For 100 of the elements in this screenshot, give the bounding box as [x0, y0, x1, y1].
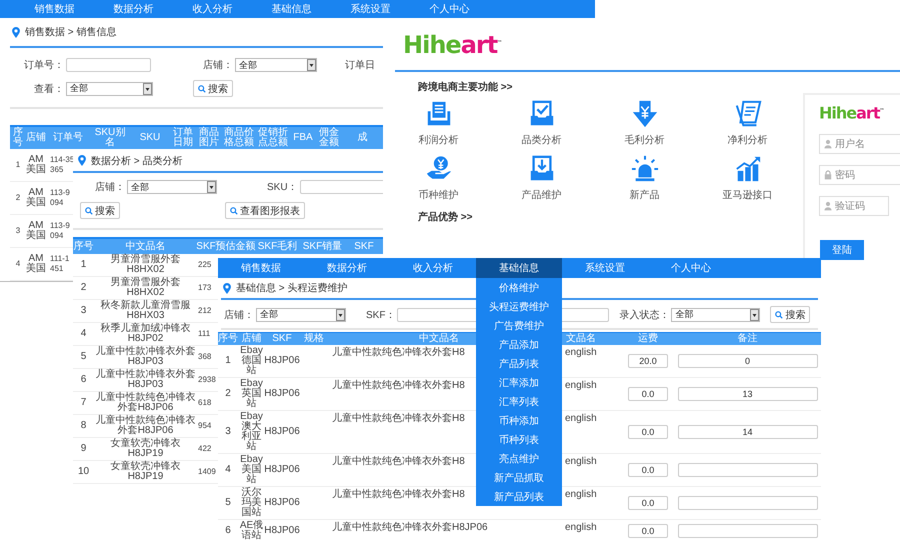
- nav-tab[interactable]: 个人中心: [648, 258, 734, 278]
- breadcrumb: 数据分析 > 品类分析: [91, 154, 182, 168]
- search-button[interactable]: 搜索: [80, 202, 120, 219]
- table-cell: english: [565, 379, 597, 391]
- freight-field[interactable]: 0.0: [628, 524, 668, 538]
- table-cell: 儿童中性款纯色冲锋衣外套H8: [332, 346, 465, 358]
- table-cell-text: 男童滑雪服外套H8HX02: [110, 278, 182, 298]
- select-field[interactable]: 全部: [671, 308, 760, 322]
- field-label: 订单号：: [24, 58, 64, 72]
- column-header: 序号: [12, 127, 24, 149]
- freight-field[interactable]: 0.0: [628, 425, 668, 439]
- menu-item[interactable]: 币种列表: [476, 430, 562, 449]
- select-field[interactable]: 全部: [66, 82, 153, 96]
- field-label: 录入状态：: [619, 308, 670, 322]
- table-cell: AM美国: [26, 221, 46, 241]
- table-cell: 2938: [197, 375, 216, 385]
- table-cell-text: 儿童中性款冲锋衣外套H8JP03: [94, 347, 196, 367]
- menu-item[interactable]: 币种添加: [476, 411, 562, 430]
- note-field[interactable]: 0: [678, 354, 818, 368]
- location-pin-icon: [12, 26, 20, 38]
- table-cell: english: [565, 521, 597, 533]
- note-field[interactable]: 14: [678, 425, 818, 439]
- feature-link[interactable]: 币种维护: [418, 188, 458, 202]
- input-field[interactable]: [300, 180, 383, 194]
- feature-link[interactable]: 产品维护: [522, 188, 562, 202]
- table-cell: english: [565, 455, 597, 467]
- table-cell: 儿童中性款纯色冲锋衣外套H8: [332, 488, 465, 500]
- menu-item[interactable]: 新产品抓取: [476, 468, 562, 487]
- note-field[interactable]: [678, 524, 818, 538]
- nav-tab[interactable]: 个人中心: [410, 0, 489, 18]
- nav-tab[interactable]: 基础信息: [476, 258, 562, 278]
- table-cell: AM美国: [26, 254, 46, 274]
- nav-tab[interactable]: 销售数据: [15, 0, 94, 18]
- table-cell-text: 8: [80, 421, 88, 431]
- search-button[interactable]: 搜索: [193, 80, 233, 97]
- feature-link[interactable]: 利润分析: [418, 133, 458, 147]
- input-field[interactable]: 密码: [819, 165, 900, 186]
- notepad-icon: [734, 100, 762, 128]
- column-header: 佣金金额: [318, 127, 340, 149]
- freight-field[interactable]: 20.0: [628, 354, 668, 368]
- nav-tab[interactable]: 收入分析: [390, 258, 476, 278]
- login-button[interactable]: 登陆: [820, 240, 864, 260]
- menu-item[interactable]: 价格维护: [476, 278, 562, 297]
- nav-tab[interactable]: 数据分析: [304, 258, 390, 278]
- freight-field[interactable]: 0.0: [628, 463, 668, 477]
- field-label: 店铺：: [224, 308, 254, 322]
- table-cell: H8JP06: [265, 389, 299, 399]
- field-label: 店铺：: [203, 58, 233, 72]
- note-field[interactable]: 13: [678, 387, 818, 401]
- table-cell: english: [565, 488, 597, 500]
- input-field[interactable]: 验证码: [819, 196, 889, 216]
- nav-tab[interactable]: 基础信息: [252, 0, 331, 18]
- note-field[interactable]: [678, 496, 818, 510]
- table-cell-text: 5: [80, 352, 88, 362]
- location-pin-icon: [78, 155, 86, 166]
- table-cell-text: 113-9 094: [49, 188, 71, 208]
- nav-tab[interactable]: 销售数据: [218, 258, 304, 278]
- menu-item[interactable]: 产品列表: [476, 354, 562, 373]
- menu-item[interactable]: 汇率列表: [476, 392, 562, 411]
- select-field[interactable]: 全部: [256, 308, 346, 322]
- search-icon: [775, 310, 784, 318]
- search-button[interactable]: 搜索: [770, 306, 810, 323]
- menu-item[interactable]: 新产品列表: [476, 487, 562, 506]
- nav-tab[interactable]: 收入分析: [173, 0, 252, 18]
- input-field[interactable]: [66, 58, 151, 72]
- menu-item[interactable]: 汇率添加: [476, 373, 562, 392]
- input-field[interactable]: 用户名: [819, 134, 900, 154]
- note-field[interactable]: [678, 463, 818, 477]
- column-header: 商品价格总额: [223, 127, 255, 149]
- feature-link[interactable]: 亚马逊接口: [722, 188, 772, 202]
- column-header: 文品名: [565, 333, 597, 345]
- table-cell-text: 1: [14, 160, 22, 170]
- select-field[interactable]: 全部: [235, 58, 317, 72]
- freight-field[interactable]: 0.0: [628, 387, 668, 401]
- menu-item[interactable]: 广告费维护: [476, 316, 562, 335]
- section-title: 产品优势 >>: [418, 210, 472, 224]
- table-cell: 儿童中性款纯色冲锋衣外套H8: [332, 379, 465, 391]
- menu-item[interactable]: 亮点维护: [476, 449, 562, 468]
- bar-chart-icon: [734, 155, 762, 183]
- menu-item[interactable]: 头程运费维护: [476, 297, 562, 316]
- table-cell-text: 4: [224, 465, 232, 475]
- nav-tab[interactable]: 系统设置: [562, 258, 648, 278]
- select-field[interactable]: 全部: [127, 180, 217, 194]
- menu-item[interactable]: 产品添加: [476, 335, 562, 354]
- feature-link[interactable]: 毛利分析: [624, 133, 664, 147]
- column-header: 序号: [218, 333, 238, 345]
- freight-field[interactable]: 0.0: [628, 496, 668, 510]
- table-cell: 618: [197, 398, 212, 408]
- feature-link[interactable]: 新产品: [630, 188, 660, 202]
- section-title: 跨境电商主要功能 >>: [418, 80, 512, 94]
- table-cell-text: 10: [76, 467, 90, 477]
- feature-link[interactable]: 品类分析: [522, 133, 562, 147]
- feature-link[interactable]: 净利分析: [728, 133, 768, 147]
- table-cell-text: 111-1 451: [49, 254, 70, 274]
- column-header: 促销折点总额: [257, 127, 289, 149]
- nav-tab[interactable]: 系统设置: [331, 0, 410, 18]
- nav-tab[interactable]: 数据分析: [94, 0, 173, 18]
- table-cell-text: Ebay澳大利亚站: [239, 412, 264, 452]
- chart-report-button[interactable]: 查看图形报表: [225, 202, 305, 219]
- search-icon: [85, 206, 93, 214]
